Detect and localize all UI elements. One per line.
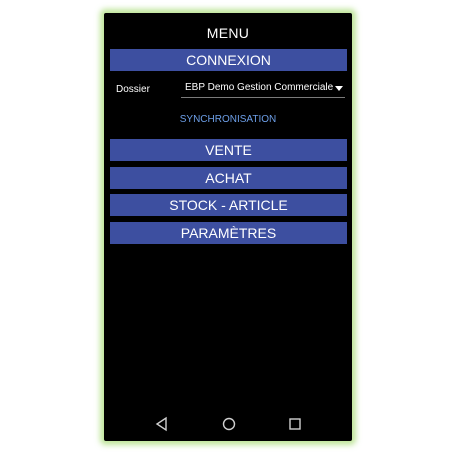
dropdown-arrow-icon	[335, 86, 343, 91]
home-circle-icon[interactable]	[221, 416, 237, 432]
recent-apps-square-icon[interactable]	[287, 416, 303, 432]
achat-button[interactable]: ACHAT	[110, 167, 347, 189]
stock-article-button[interactable]: STOCK - ARTICLE	[110, 194, 347, 216]
phone-screen: MENU CONNEXION Dossier EBP Demo Gestion …	[104, 13, 352, 441]
synchronisation-link[interactable]: SYNCHRONISATION	[104, 114, 352, 125]
stage: MENU CONNEXION Dossier EBP Demo Gestion …	[0, 0, 458, 458]
vente-button[interactable]: VENTE	[110, 139, 347, 161]
android-nav-bar	[104, 411, 352, 441]
page-title: MENU	[206, 25, 250, 41]
dossier-label: Dossier	[116, 84, 150, 95]
parametres-button[interactable]: PARAMÈTRES	[110, 222, 347, 244]
back-triangle-icon[interactable]	[154, 416, 170, 432]
connexion-button[interactable]: CONNEXION	[110, 49, 347, 71]
dossier-selected-value: EBP Demo Gestion Commerciale	[185, 82, 334, 93]
dossier-select[interactable]: EBP Demo Gestion Commerciale	[181, 79, 345, 98]
